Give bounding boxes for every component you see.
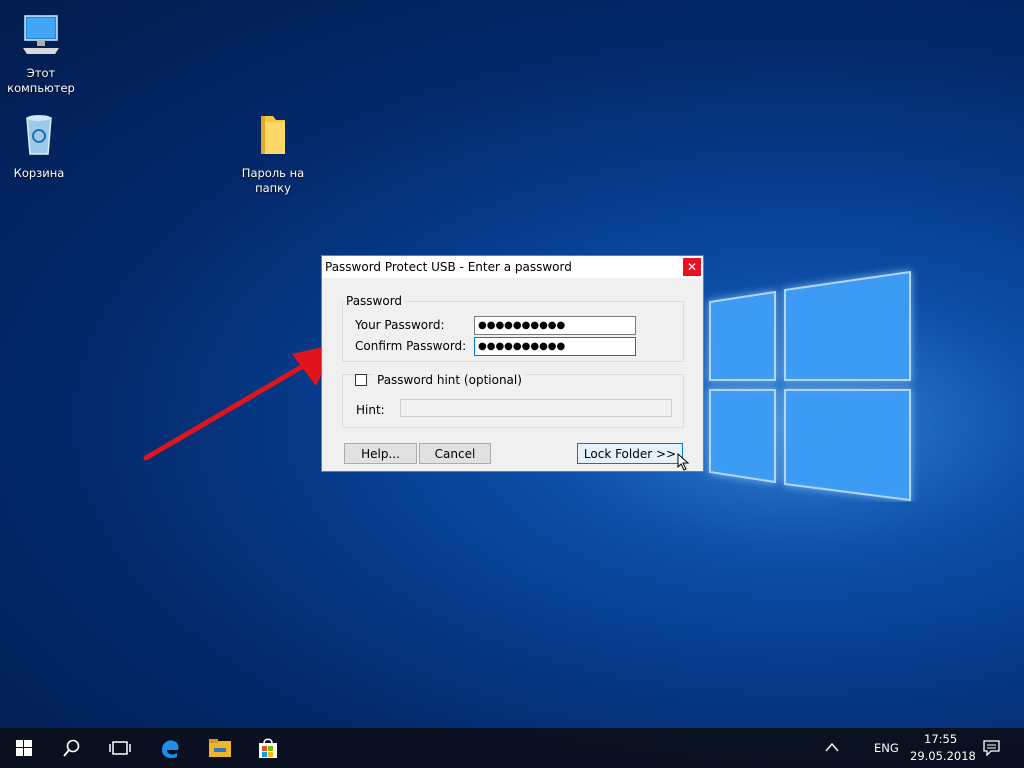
close-button[interactable]: ✕	[683, 258, 701, 276]
your-password-label: Your Password:	[355, 318, 445, 332]
folder-icon	[261, 116, 285, 154]
file-explorer-icon	[209, 739, 231, 757]
tray-chevron-up-icon[interactable]	[825, 742, 839, 752]
dialog-titlebar[interactable]: Password Protect USB - Enter a password …	[322, 256, 703, 278]
desktop-icon-this-pc[interactable]: Этот компьютер	[2, 10, 80, 96]
edge-taskbar-button[interactable]	[146, 728, 194, 768]
password-dialog: Password Protect USB - Enter a password …	[321, 255, 704, 472]
store-button[interactable]	[244, 728, 292, 768]
password-group-label: Password	[346, 294, 403, 308]
task-view-button[interactable]	[96, 728, 144, 768]
search-icon	[63, 739, 80, 757]
lock-folder-button[interactable]: Lock Folder >>	[577, 443, 683, 464]
confirm-password-field[interactable]: ●●●●●●●●●●	[474, 337, 636, 356]
recycle-bin-icon	[26, 115, 52, 155]
confirm-password-label: Confirm Password:	[355, 339, 467, 353]
mouse-cursor-icon	[677, 453, 690, 471]
file-explorer-button[interactable]	[196, 728, 244, 768]
start-icon	[16, 740, 32, 756]
search-button[interactable]	[48, 728, 96, 768]
action-center-icon[interactable]	[983, 740, 1000, 756]
desktop-icon-label: Пароль на папку	[241, 166, 305, 195]
help-button[interactable]: Help...	[344, 443, 417, 464]
start-button[interactable]	[0, 728, 48, 768]
desktop-icon-label: Этот компьютер	[7, 66, 75, 95]
wallpaper-windows-logo	[709, 270, 911, 502]
your-password-field[interactable]: ●●●●●●●●●●	[474, 316, 636, 335]
desktop-icon-folder[interactable]: Пароль на папку	[234, 110, 312, 196]
desktop-icon-recycle-bin[interactable]: Корзина	[0, 110, 78, 181]
hint-input	[400, 399, 672, 417]
edge-icon	[162, 740, 179, 759]
taskbar: ENG 17:55 29.05.2018	[0, 728, 1024, 768]
task-view-icon	[109, 741, 131, 755]
dialog-title: Password Protect USB - Enter a password	[325, 260, 572, 274]
store-icon	[259, 738, 277, 758]
clock-date[interactable]: 29.05.2018	[910, 749, 976, 763]
annotation-arrow-icon	[143, 344, 336, 461]
hint-checkbox-label[interactable]: Password hint (optional)	[374, 373, 525, 387]
desktop-icon-label: Корзина	[13, 166, 65, 180]
hint-checkbox[interactable]	[355, 374, 367, 386]
cancel-button[interactable]: Cancel	[419, 443, 491, 464]
clock-time[interactable]: 17:55	[924, 732, 957, 746]
hint-label: Hint:	[356, 403, 385, 417]
computer-icon	[23, 15, 59, 54]
language-indicator[interactable]: ENG	[874, 741, 899, 755]
